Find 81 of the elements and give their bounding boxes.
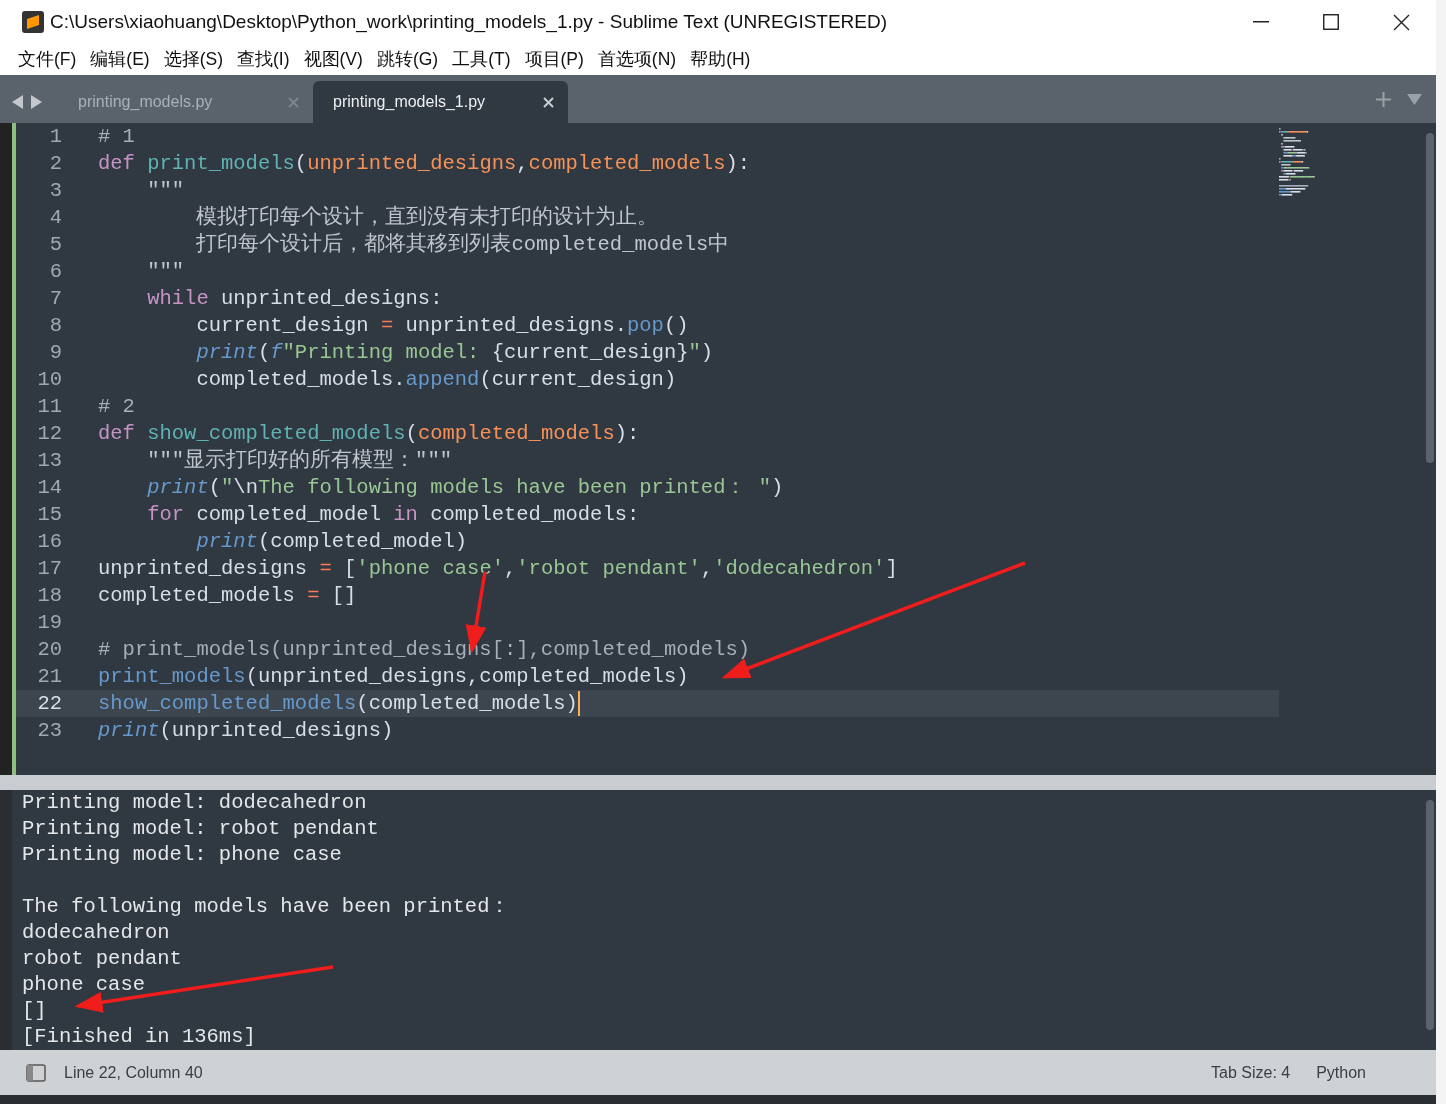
- menu-item[interactable]: 跳转(G): [376, 46, 439, 73]
- menu-item[interactable]: 选择(S): [163, 46, 223, 73]
- output-line: Printing model: dodecahedron: [22, 791, 367, 814]
- line-number: 11: [36, 394, 62, 420]
- line-number: 9: [48, 340, 62, 366]
- code-line: print(f"Printing model: {current_design}"): [195, 340, 714, 366]
- line-number: 18: [36, 583, 62, 609]
- line-number: 7: [48, 286, 62, 312]
- code-line: print(unprinted_designs): [97, 718, 394, 744]
- code-line: """: [146, 178, 185, 204]
- output-line: [Finished in 136ms]: [22, 1025, 256, 1048]
- code-line: def show_completed_models(completed_models):: [97, 421, 640, 447]
- code-line: """: [146, 259, 185, 285]
- scrollbar-thumb[interactable]: [1426, 800, 1434, 1030]
- text-cursor: [577, 691, 580, 716]
- line-number: 14: [36, 475, 62, 501]
- line-number: 2: [48, 151, 62, 177]
- panel-toggle-icon[interactable]: [26, 1063, 46, 1082]
- code-line: show_completed_models(completed_models): [97, 690, 580, 717]
- code-line: 模拟打印每个设计，直到没有未打印的设计为止。: [195, 204, 659, 231]
- line-number: 8: [48, 313, 62, 339]
- app-logo-icon: [22, 11, 44, 33]
- cursor-position[interactable]: Line 22, Column 40: [64, 1060, 203, 1085]
- tab-size[interactable]: Tab Size: 4: [1211, 1060, 1291, 1085]
- code-line: completed_models.append(current_design): [195, 367, 677, 393]
- previous-tab-icon[interactable]: [12, 95, 23, 109]
- menu-item[interactable]: 帮助(H): [690, 46, 751, 73]
- output-line: Printing model: robot pendant: [22, 817, 379, 840]
- code-line: print(completed_model): [195, 529, 468, 555]
- code-line: completed_models = []: [97, 583, 357, 609]
- window-title: C:\Users\xiaohuang\Desktop\Python_work\printing_models_1.py - Sublime Text (UNREGISTERED): [50, 9, 889, 35]
- code-line: 打印每个设计后，都将其移到列表completed_models中: [195, 231, 730, 258]
- output-line: []: [22, 999, 47, 1022]
- menu-item[interactable]: 编辑(E): [90, 46, 150, 73]
- menu-item[interactable]: 首选项(N): [597, 46, 677, 73]
- line-number: 17: [36, 556, 62, 582]
- code-line: current_design = unprinted_designs.pop(): [195, 313, 689, 339]
- line-number: 3: [48, 178, 62, 204]
- code-line: for completed_model in completed_models:: [146, 502, 640, 528]
- code-line: print_models(unprinted_designs,completed_models): [97, 664, 689, 690]
- code-line: # 2: [97, 394, 135, 420]
- scrollbar-thumb[interactable]: [1426, 133, 1434, 463]
- output-line: phone case: [22, 973, 146, 996]
- code-line: print("\nThe following models have been printed： "): [146, 475, 784, 501]
- line-number: 16: [36, 529, 62, 555]
- menu-item[interactable]: 查找(I): [237, 46, 290, 73]
- line-number: 19: [36, 610, 62, 636]
- line-number: 10: [36, 367, 62, 393]
- output-line: Printing model: phone case: [22, 843, 342, 866]
- minimize-icon[interactable]: [1253, 21, 1269, 23]
- code-line: # 1: [97, 124, 135, 150]
- close-icon[interactable]: [1392, 13, 1410, 31]
- output-line: The following models have been printed：: [22, 895, 511, 918]
- menu-item[interactable]: 文件(F): [18, 46, 77, 73]
- line-number: 21: [36, 664, 62, 690]
- dropdown-icon[interactable]: [1407, 93, 1422, 105]
- code-line: def print_models(unprinted_designs,completed_models):: [97, 151, 751, 177]
- menu-item[interactable]: 项目(P): [524, 46, 584, 73]
- line-number: 1: [48, 124, 62, 150]
- code-line: """显示打印好的所有模型：""": [146, 448, 453, 474]
- line-number: 5: [48, 232, 62, 258]
- line-number: 13: [36, 448, 62, 474]
- line-number: 12: [36, 421, 62, 447]
- menu-item[interactable]: 工具(T): [452, 46, 511, 73]
- code-line: # print_models(unprinted_designs[:],completed_models): [97, 637, 750, 663]
- line-number: 15: [36, 502, 62, 528]
- code-line: while unprinted_designs:: [146, 286, 443, 312]
- line-number: 6: [48, 259, 62, 285]
- code-line: unprinted_designs = ['phone case','robot pendant','dodecahedron']: [97, 556, 898, 582]
- line-number: 20: [36, 637, 62, 663]
- menu-item[interactable]: 视图(V): [303, 46, 363, 73]
- output-line: dodecahedron: [22, 921, 170, 944]
- next-tab-icon[interactable]: [31, 95, 42, 109]
- line-number: 22: [36, 691, 62, 717]
- file-tab[interactable]: printing_models_1.py: [313, 81, 568, 123]
- syntax-name[interactable]: Python: [1316, 1060, 1366, 1085]
- line-number: 23: [36, 718, 62, 744]
- line-number: 4: [48, 205, 62, 231]
- plus-icon[interactable]: [1376, 91, 1391, 107]
- output-line: robot pendant: [22, 947, 182, 970]
- maximize-icon[interactable]: [1323, 14, 1339, 30]
